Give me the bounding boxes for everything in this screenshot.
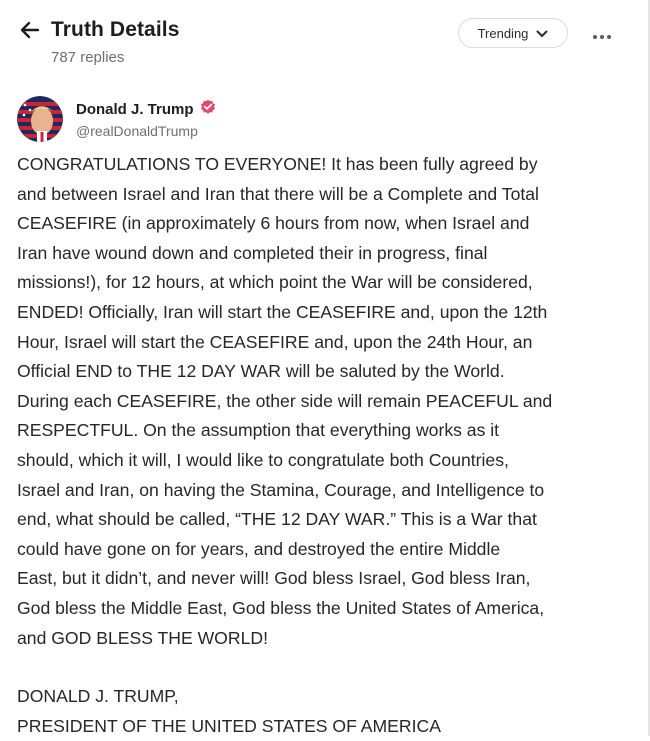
avatar[interactable] <box>17 96 63 142</box>
author-name-text: Donald J. Trump <box>76 100 194 118</box>
post-line: and GOD BLESS THE WORLD! <box>17 627 268 648</box>
post-line: should, which it will, I would like to c… <box>17 449 509 470</box>
post-signature: DONALD J. TRUMP, PRESIDENT OF THE UNITED… <box>17 682 635 741</box>
post-line: missions!), for 12 hours, at which point… <box>17 272 533 293</box>
post-line: end, what should be called, “THE 12 DAY … <box>17 509 537 530</box>
verified-badge-icon <box>200 99 216 119</box>
post-text: CONGRATULATIONS TO EVERYONE! It has been… <box>17 150 635 653</box>
sort-dropdown[interactable]: Trending <box>458 18 568 48</box>
post-line: and between Israel and Iran that there w… <box>17 183 539 204</box>
post-line: RESPECTFUL. On the assumption that every… <box>17 420 500 441</box>
post-line: Iran have wound down and completed their… <box>17 242 488 263</box>
post-line: East, but it didn’t, and never will! God… <box>17 568 531 589</box>
author-handle[interactable]: @realDonaldTrump <box>76 123 198 139</box>
post-line: Hour, Israel will start the CEASEFIRE an… <box>17 331 533 352</box>
post-line: During each CEASEFIRE, the other side wi… <box>17 390 553 411</box>
sort-dropdown-label: Trending <box>477 25 529 41</box>
post-body: CONGRATULATIONS TO EVERYONE! It has been… <box>17 150 635 741</box>
more-horizontal-icon <box>592 23 612 46</box>
more-options-button[interactable] <box>584 20 620 48</box>
post-line: CONGRATULATIONS TO EVERYONE! It has been… <box>17 154 538 174</box>
post-line: Official END to THE 12 DAY WAR will be s… <box>17 361 505 382</box>
arrow-left-icon <box>20 21 40 44</box>
chevron-down-icon <box>536 26 548 41</box>
author-name[interactable]: Donald J. Trump <box>76 99 216 119</box>
post-line: ENDED! Officially, Iran will start the C… <box>17 301 548 322</box>
reply-count: 787 replies <box>51 49 125 66</box>
page-header: Truth Details 787 replies Trending <box>0 0 640 80</box>
back-button[interactable] <box>16 19 44 45</box>
page-title: Truth Details <box>51 18 180 41</box>
post-line: God bless the Middle East, God bless the… <box>17 597 545 618</box>
post-line: Israel and Iran, on having the Stamina, … <box>17 479 545 500</box>
signature-title: PRESIDENT OF THE UNITED STATES OF AMERIC… <box>17 715 441 736</box>
post-line: CEASEFIRE (in approximately 6 hours from… <box>17 213 530 234</box>
truth-details-page: Truth Details 787 replies Trending Donal… <box>0 0 650 736</box>
post-line: could have gone on for years, and destro… <box>17 538 501 559</box>
signature-name: DONALD J. TRUMP, <box>17 686 179 707</box>
